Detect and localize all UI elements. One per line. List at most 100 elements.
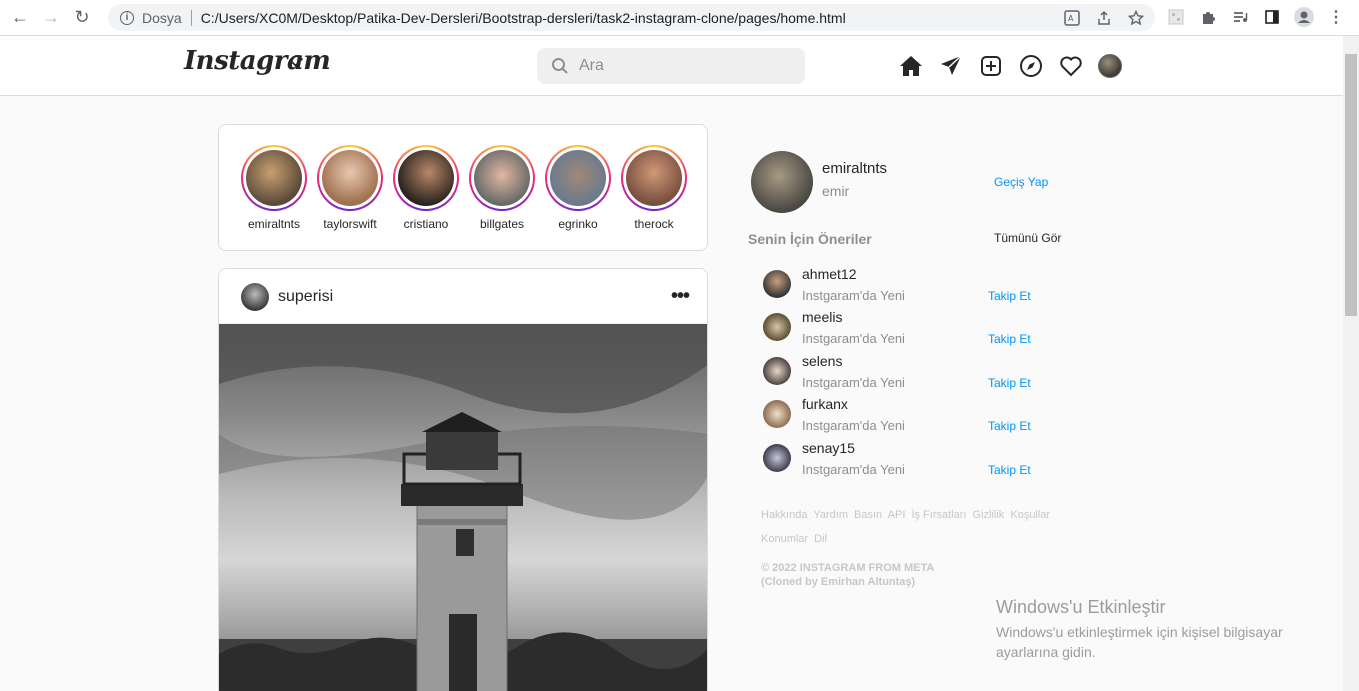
file-scheme-label: Dosya [142, 9, 182, 26]
url-text[interactable]: C:/Users/XC0M/Desktop/Patika-Dev-Dersler… [201, 10, 846, 26]
page-scrollbar[interactable] [1343, 36, 1359, 691]
footer-link[interactable]: Dil [814, 533, 827, 545]
footer-link[interactable]: Gizlilik [973, 509, 1005, 521]
copyright-line: © 2022 INSTAGRAM FROM META [761, 562, 935, 574]
footer-link[interactable]: Hakkında [761, 509, 807, 521]
story-item[interactable]: egrinko [543, 145, 613, 231]
see-all-link[interactable]: Tümünü Gör [994, 231, 1061, 245]
suggestion-item: meelis Instgaram'da Yeni Takip Et [763, 309, 1083, 349]
story-item[interactable]: therock [619, 145, 689, 231]
suggestion-username[interactable]: meelis [802, 309, 842, 325]
heart-icon[interactable] [1058, 53, 1084, 79]
story-username: egrinko [558, 217, 598, 231]
scrollbar-thumb[interactable] [1345, 54, 1357, 316]
suggestion-item: ahmet12 Instgaram'da Yeni Takip Et [763, 266, 1083, 306]
post-header: superisi ••• [219, 269, 707, 324]
copyright-credit: (Cloned by Emirhan Altuntaş) [761, 576, 916, 588]
back-icon[interactable]: ← [9, 7, 31, 29]
suggestion-subtitle: Instgaram'da Yeni [802, 418, 905, 433]
chevron-down-icon[interactable] [290, 55, 304, 69]
footer-link[interactable]: İş Fırsatları [911, 509, 966, 521]
story-avatar [474, 150, 530, 206]
translate-icon[interactable]: A [1063, 9, 1081, 27]
new-post-icon[interactable] [978, 53, 1004, 79]
story-username: cristiano [403, 217, 449, 231]
activation-title: Windows'u Etkinleştir [996, 597, 1166, 617]
follow-button[interactable]: Takip Et [988, 463, 1031, 477]
suggestion-username[interactable]: selens [802, 353, 842, 369]
feed-post: superisi ••• [218, 268, 708, 691]
current-user-username[interactable]: emiraltnts [822, 160, 887, 177]
story-item[interactable]: billgates [467, 145, 537, 231]
story-username: billgates [479, 217, 525, 231]
extensions-puzzle-icon[interactable] [1198, 7, 1218, 27]
share-icon[interactable] [1095, 9, 1113, 27]
reload-icon[interactable]: ↻ [71, 7, 93, 29]
suggestion-item: senay15 Instgaram'da Yeni Takip Et [763, 440, 1083, 480]
suggestion-username[interactable]: ahmet12 [802, 266, 856, 282]
media-control-icon[interactable] [1230, 7, 1250, 27]
suggestion-avatar[interactable] [763, 357, 791, 385]
footer-link[interactable]: Basın [854, 509, 882, 521]
suggestion-avatar[interactable] [763, 313, 791, 341]
suggestions-title: Senin İçin Öneriler [748, 231, 872, 247]
profile-icon[interactable] [1294, 7, 1314, 27]
explore-compass-icon[interactable] [1018, 53, 1044, 79]
instagram-header: Instagram [0, 36, 1343, 96]
separator [190, 9, 192, 26]
stories-tray: emiraltnts taylorswift cristiano billgat… [218, 124, 708, 251]
home-icon[interactable] [898, 53, 924, 79]
search-icon [552, 58, 568, 74]
direct-message-icon[interactable] [938, 53, 964, 79]
post-avatar[interactable] [241, 283, 269, 311]
story-avatar [398, 150, 454, 206]
story-item[interactable]: cristiano [391, 145, 461, 231]
story-username: taylorswift [323, 217, 377, 231]
follow-button[interactable]: Takip Et [988, 376, 1031, 390]
story-username: emiraltnts [247, 217, 300, 231]
footer-link[interactable]: Koşullar [1010, 509, 1050, 521]
switch-account-link[interactable]: Geçiş Yap [994, 175, 1048, 189]
menu-kebab-icon[interactable]: ⋮ [1326, 7, 1346, 27]
current-user-avatar[interactable] [751, 151, 813, 213]
story-item[interactable]: taylorswift [315, 145, 385, 231]
follow-button[interactable]: Takip Et [988, 289, 1031, 303]
more-options-icon[interactable]: ••• [671, 285, 690, 308]
side-panel-icon[interactable] [1262, 7, 1282, 27]
footer-link[interactable]: Konumlar [761, 533, 808, 545]
activation-text: Windows'u etkinleştirmek için kişisel bi… [996, 624, 1283, 660]
forward-icon[interactable]: → [40, 7, 62, 29]
suggestion-avatar[interactable] [763, 444, 791, 472]
suggestion-username[interactable]: furkanx [802, 396, 848, 412]
suggestion-subtitle: Instgaram'da Yeni [802, 462, 905, 477]
suggestion-item: furkanx Instgaram'da Yeni Takip Et [763, 396, 1083, 436]
story-avatar [246, 150, 302, 206]
suggestion-avatar[interactable] [763, 270, 791, 298]
info-icon[interactable]: i [120, 10, 134, 25]
profile-avatar[interactable] [1098, 54, 1122, 78]
address-bar[interactable]: i Dosya C:/Users/XC0M/Desktop/Patika-Dev… [108, 4, 1155, 31]
story-username: therock [634, 217, 674, 231]
lighthouse-photo [219, 324, 707, 691]
story-avatar [322, 150, 378, 206]
copyright: © 2022 INSTAGRAM FROM META (Cloned by Em… [761, 561, 934, 589]
suggestion-item: selens Instgaram'da Yeni Takip Et [763, 353, 1083, 393]
svg-text:A: A [1068, 14, 1074, 23]
current-user-name: emir [822, 183, 850, 199]
footer-link[interactable]: Yardım [813, 509, 848, 521]
extension-qr-icon[interactable] [1166, 7, 1186, 27]
footer-link[interactable]: API [888, 509, 906, 521]
bookmark-star-icon[interactable] [1127, 9, 1145, 27]
instagram-logo[interactable]: Instagram [184, 46, 331, 76]
follow-button[interactable]: Takip Et [988, 419, 1031, 433]
suggestion-avatar[interactable] [763, 400, 791, 428]
story-avatar [626, 150, 682, 206]
story-avatar [550, 150, 606, 206]
search-box[interactable] [537, 48, 805, 84]
suggestion-username[interactable]: senay15 [802, 440, 855, 456]
follow-button[interactable]: Takip Et [988, 332, 1031, 346]
post-image[interactable] [219, 324, 707, 691]
post-username[interactable]: superisi [278, 288, 333, 306]
search-input[interactable] [579, 57, 779, 75]
story-item[interactable]: emiraltnts [239, 145, 309, 231]
